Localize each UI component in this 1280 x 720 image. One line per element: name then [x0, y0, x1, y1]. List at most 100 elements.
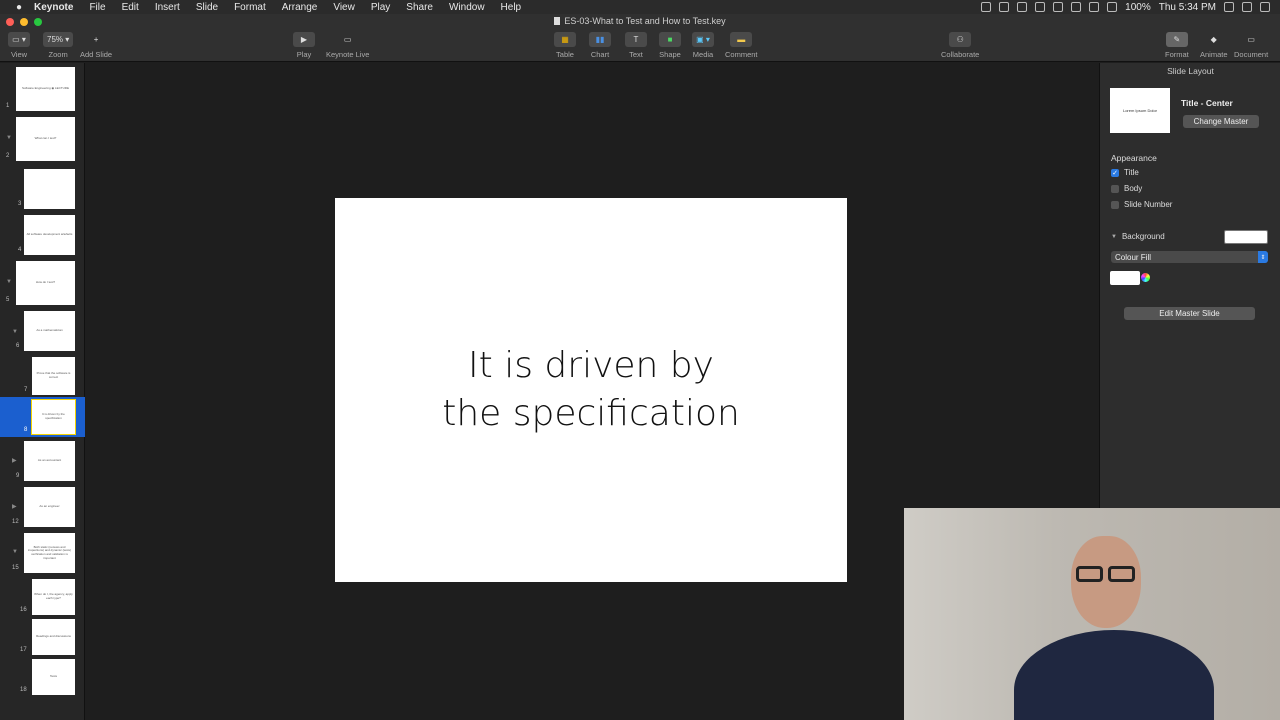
notification-center-icon[interactable] [1260, 2, 1270, 12]
view-control[interactable]: ▭ ▾ View [8, 32, 30, 59]
slide-title-text[interactable]: It is driven by the specification [442, 342, 740, 438]
play-button[interactable]: ▶ [293, 32, 315, 47]
background-color-swatch[interactable] [1224, 230, 1268, 244]
comment-icon: ▬ [737, 35, 746, 44]
clock[interactable]: Thu 5:34 PM [1159, 2, 1216, 13]
title-option[interactable]: ✓ Title [1111, 168, 1139, 177]
time-machine-icon[interactable] [1053, 2, 1064, 12]
media-control[interactable]: ▣ ▾ Media [692, 32, 714, 59]
chart-control[interactable]: ▮▮ Chart [589, 32, 611, 59]
slide-thumbnail-3[interactable]: 3 [0, 167, 85, 211]
shape-control[interactable]: ■ Shape [659, 32, 681, 59]
disclosure-triangle-icon[interactable]: ▶ [12, 457, 17, 464]
document-control[interactable]: ▭ Document [1234, 32, 1268, 59]
body-checkbox[interactable] [1111, 184, 1119, 193]
title-checkbox[interactable]: ✓ [1111, 168, 1119, 177]
play-control[interactable]: ▶ Play [293, 32, 315, 59]
menu-edit[interactable]: Edit [114, 2, 147, 13]
disclosure-triangle-icon[interactable]: ▼ [12, 329, 18, 335]
add-slide-button[interactable]: + [85, 32, 107, 47]
slide-number-checkbox[interactable] [1111, 200, 1119, 209]
slide-thumbnail-6[interactable]: ▼ 6 As a mathematician [0, 309, 85, 353]
wifi-icon[interactable] [1089, 2, 1100, 12]
animate-button[interactable]: ◆ [1203, 32, 1225, 47]
color-wheel-icon[interactable] [1141, 273, 1150, 282]
add-slide-control[interactable]: + Add Slide [80, 32, 112, 59]
table-control[interactable]: ▦ Table [554, 32, 576, 59]
slide-thumbnail-5[interactable]: ▼ 5 How do I test? [0, 259, 85, 307]
menu-format[interactable]: Format [226, 2, 274, 13]
menu-window[interactable]: Window [441, 2, 493, 13]
document-button[interactable]: ▭ [1240, 32, 1262, 47]
text-control[interactable]: T Text [625, 32, 647, 59]
disclosure-triangle-icon[interactable]: ▼ [1111, 234, 1117, 240]
document-title: ES-03-What to Test and How to Test.key [0, 16, 1280, 26]
slide-thumbnail-7[interactable]: 7 Prove that the software is correct [0, 355, 85, 397]
volume-icon[interactable] [1107, 2, 1118, 12]
chart-button[interactable]: ▮▮ [589, 32, 611, 47]
spotlight-icon[interactable] [1224, 2, 1234, 12]
slide-thumbnail-1[interactable]: 1 Software Engineering ◉ LECTURE [0, 65, 85, 113]
info-icon[interactable] [999, 2, 1010, 12]
format-control[interactable]: ✎ Format [1165, 32, 1189, 59]
body-option[interactable]: Body [1111, 184, 1142, 193]
slide-thumbnail-12[interactable]: ▶ 12 As an engineer [0, 485, 85, 529]
bluetooth-icon[interactable] [1071, 2, 1082, 12]
animate-control[interactable]: ◆ Animate [1200, 32, 1228, 59]
menu-view[interactable]: View [325, 2, 363, 13]
text-button[interactable]: T [625, 32, 647, 47]
disclosure-triangle-icon[interactable]: ▼ [6, 135, 12, 141]
fill-color-well[interactable] [1110, 271, 1140, 285]
keynote-live-control[interactable]: ▭ Keynote Live [326, 32, 369, 59]
view-button[interactable]: ▭ ▾ [8, 32, 30, 47]
menu-file[interactable]: File [81, 2, 113, 13]
slide-thumbnail-4[interactable]: 4 All software development artefacts [0, 213, 85, 257]
disclosure-triangle-icon[interactable]: ▼ [12, 549, 18, 555]
slide-thumbnail-2[interactable]: ▼ 2 What can I test? [0, 115, 85, 163]
menu-insert[interactable]: Insert [147, 2, 188, 13]
disclosure-triangle-icon[interactable]: ▼ [6, 279, 12, 285]
keynote-live-button[interactable]: ▭ [337, 32, 359, 47]
comment-control[interactable]: ▬ Comment [725, 32, 758, 59]
slide-thumbnail-9[interactable]: ▶ 9 As an accountant [0, 439, 85, 483]
menu-share[interactable]: Share [398, 2, 441, 13]
collaborate-label: Collaborate [941, 50, 980, 59]
zoom-control[interactable]: 75% ▾ Zoom [43, 32, 74, 59]
cloud-icon[interactable] [1017, 2, 1028, 12]
slide-navigator[interactable]: 1 Software Engineering ◉ LECTURE ▼ 2 Wha… [0, 63, 85, 720]
change-master-button[interactable]: Change Master [1183, 115, 1259, 128]
menu-help[interactable]: Help [493, 2, 530, 13]
battery-percent[interactable]: 100% [1125, 2, 1151, 13]
collaborate-control[interactable]: ⚇ Collaborate [941, 32, 979, 59]
slide-thumbnail-8[interactable]: 8 It is driven by the specification [0, 397, 85, 437]
slide-thumbnail-17[interactable]: 17 Readings and discussions [0, 617, 85, 657]
current-slide[interactable]: It is driven by the specification [335, 198, 847, 582]
format-button[interactable]: ✎ [1165, 32, 1188, 47]
menu-play[interactable]: Play [363, 2, 398, 13]
zoom-select[interactable]: 75% ▾ [43, 32, 74, 47]
menu-arrange[interactable]: Arrange [274, 2, 326, 13]
edit-master-slide-button[interactable]: Edit Master Slide [1124, 307, 1255, 320]
apple-menu-icon[interactable]: ● [12, 2, 26, 13]
slide-number: 1 [6, 103, 10, 109]
disclosure-triangle-icon[interactable]: ▶ [12, 503, 17, 510]
table-button[interactable]: ▦ [554, 32, 576, 47]
background-section[interactable]: ▼ Background [1111, 232, 1165, 241]
menu-slide[interactable]: Slide [188, 2, 226, 13]
slide-thumbnail-16[interactable]: 16 When do I, the agency, apply each typ… [0, 577, 85, 617]
collaborate-button[interactable]: ⚇ [949, 32, 972, 47]
shape-button[interactable]: ■ [659, 32, 681, 47]
siri-icon[interactable] [1242, 2, 1252, 12]
media-button[interactable]: ▣ ▾ [692, 32, 714, 47]
slide-number-option[interactable]: Slide Number [1111, 200, 1172, 209]
slide-preview: As an accountant [24, 441, 75, 481]
master-thumbnail[interactable]: Lorem Ipsum Dolor [1110, 88, 1170, 133]
comment-button[interactable]: ▬ [730, 32, 753, 47]
dropbox-icon[interactable] [981, 2, 992, 12]
menu-keynote[interactable]: Keynote [26, 2, 81, 13]
presenter-glasses [1076, 566, 1138, 582]
fill-type-select[interactable]: Colour Fill ⇕ [1111, 251, 1268, 263]
slide-thumbnail-15[interactable]: ▼ 15 Both static (reviews and inspection… [0, 531, 85, 575]
slide-thumbnail-18[interactable]: 18 Tests [0, 657, 85, 697]
display-icon[interactable] [1035, 2, 1046, 12]
